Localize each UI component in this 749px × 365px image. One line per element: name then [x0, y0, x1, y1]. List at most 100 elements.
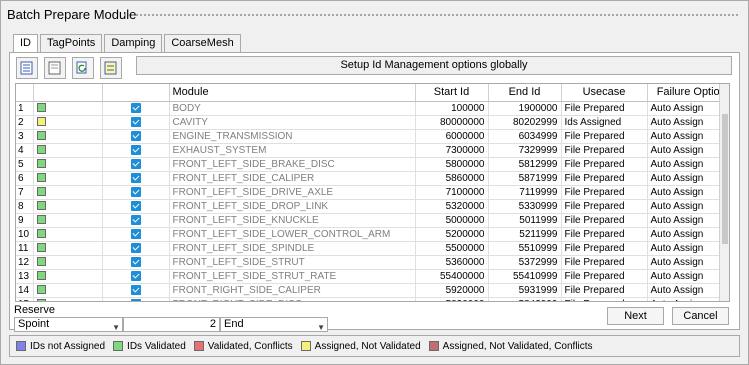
failure-option[interactable]: Auto Assign	[647, 255, 729, 270]
col-module-header[interactable]: Module	[169, 84, 416, 102]
failure-option[interactable]: Auto Assign	[647, 143, 729, 158]
row-checkbox[interactable]	[130, 186, 141, 197]
row-checkbox[interactable]	[130, 242, 141, 253]
refresh-button[interactable]	[72, 57, 94, 79]
row-checkbox[interactable]	[130, 144, 141, 155]
row-checkbox[interactable]	[130, 130, 141, 141]
start-id[interactable]: 5000000	[415, 213, 489, 228]
end-id[interactable]: 7329999	[488, 143, 562, 158]
select-cell[interactable]	[102, 213, 170, 228]
tab-tagpoints[interactable]: TagPoints	[40, 34, 103, 52]
reserve-count-field[interactable]: 2	[123, 317, 220, 332]
row-checkbox[interactable]	[130, 158, 141, 169]
row-checkbox[interactable]	[130, 228, 141, 239]
table-scrollbar[interactable]	[719, 84, 729, 301]
end-id[interactable]: 5510999	[488, 241, 562, 256]
table-row[interactable]: 7 FRONT_LEFT_SIDE_DRIVE_AXLE 7100000 711999…	[16, 185, 729, 200]
end-id[interactable]: 55410999	[488, 269, 562, 284]
end-id[interactable]: 5372999	[488, 255, 562, 270]
reserve-position-dropdown[interactable]: End ▼	[220, 317, 328, 332]
end-id[interactable]: 5330999	[488, 199, 562, 214]
col-end-id-header[interactable]: End Id	[488, 84, 562, 102]
select-cell[interactable]	[102, 185, 170, 200]
select-cell[interactable]	[102, 297, 170, 301]
table-row[interactable]: 1 BODY 100000 1900000 File Prepared Auto Assi…	[16, 101, 729, 116]
failure-option[interactable]: Auto Assign	[647, 199, 729, 214]
table-row[interactable]: 10 FRONT_LEFT_SIDE_LOWER_CONTROL_ARM 52000…	[16, 227, 729, 242]
select-cell[interactable]	[102, 241, 170, 256]
start-id[interactable]: 5920000	[415, 283, 489, 298]
tab-id[interactable]: ID	[13, 34, 38, 53]
deselect-all-button[interactable]	[44, 57, 66, 79]
failure-option[interactable]: Auto Assign	[647, 129, 729, 144]
start-id[interactable]: 5500000	[415, 241, 489, 256]
setup-id-management-button[interactable]: Setup Id Management options globally	[136, 56, 732, 75]
failure-option[interactable]: Auto Assign	[647, 283, 729, 298]
end-id[interactable]: 6034999	[488, 129, 562, 144]
validate-button[interactable]	[100, 57, 122, 79]
title-grip[interactable]	[123, 13, 740, 17]
start-id[interactable]: 80000000	[415, 115, 489, 130]
row-checkbox[interactable]	[130, 116, 141, 127]
row-checkbox[interactable]	[130, 284, 141, 295]
select-cell[interactable]	[102, 283, 170, 298]
table-row[interactable]: 8 FRONT_LEFT_SIDE_DROP_LINK 5320000 5330999…	[16, 199, 729, 214]
row-checkbox[interactable]	[130, 200, 141, 211]
start-id[interactable]: 5800000	[415, 157, 489, 172]
row-checkbox[interactable]	[130, 270, 141, 281]
failure-option[interactable]: Auto Assign	[647, 269, 729, 284]
end-id[interactable]: 7119999	[488, 185, 562, 200]
row-checkbox[interactable]	[130, 256, 141, 267]
next-button[interactable]: Next	[607, 307, 664, 325]
start-id[interactable]: 100000	[415, 101, 489, 116]
select-cell[interactable]	[102, 101, 170, 116]
select-cell[interactable]	[102, 143, 170, 158]
start-id[interactable]: 5200000	[415, 227, 489, 242]
table-row[interactable]: 9 FRONT_LEFT_SIDE_KNUCKLE 5000000 5011999 Fi…	[16, 213, 729, 228]
cancel-button[interactable]: Cancel	[672, 307, 729, 325]
select-cell[interactable]	[102, 199, 170, 214]
end-id[interactable]: 5931999	[488, 283, 562, 298]
table-row[interactable]: 15 FRONT_RIGHT_SIDE_DISC58300005842999Fil…	[16, 297, 729, 301]
failure-option[interactable]: Auto Assign	[647, 227, 729, 242]
select-cell[interactable]	[102, 171, 170, 186]
end-id[interactable]: 5842999	[488, 297, 562, 301]
start-id[interactable]: 5860000	[415, 171, 489, 186]
table-row[interactable]: 3 ENGINE_TRANSMISSION 6000000 6034999 File P…	[16, 129, 729, 144]
failure-option[interactable]: Auto Assign	[647, 101, 729, 116]
select-cell[interactable]	[102, 255, 170, 270]
start-id[interactable]: 7300000	[415, 143, 489, 158]
table-row[interactable]: 14 FRONT_RIGHT_SIDE_CALIPER 5920000 5931999…	[16, 283, 729, 298]
row-checkbox[interactable]	[130, 298, 141, 301]
tab-coarsemesh[interactable]: CoarseMesh	[164, 34, 241, 52]
failure-option[interactable]: Auto Assign	[647, 171, 729, 186]
end-id[interactable]: 5011999	[488, 213, 562, 228]
table-row[interactable]: 4 EXHAUST_SYSTEM 7300000 7329999 File Prepar…	[16, 143, 729, 158]
end-id[interactable]: 5812999	[488, 157, 562, 172]
start-id[interactable]: 5360000	[415, 255, 489, 270]
failure-option[interactable]: Auto Assign	[647, 115, 729, 130]
end-id[interactable]: 1900000	[488, 101, 562, 116]
start-id[interactable]: 7100000	[415, 185, 489, 200]
end-id[interactable]: 5871999	[488, 171, 562, 186]
row-checkbox[interactable]	[130, 102, 141, 113]
start-id[interactable]: 6000000	[415, 129, 489, 144]
col-failure-options-header[interactable]: Failure Options	[647, 84, 729, 102]
end-id[interactable]: 80202999	[488, 115, 562, 130]
select-cell[interactable]	[102, 157, 170, 172]
start-id[interactable]: 5320000	[415, 199, 489, 214]
table-row[interactable]: 11 FRONT_LEFT_SIDE_SPINDLE 5500000 5510999 F…	[16, 241, 729, 256]
table-row[interactable]: 12 FRONT_LEFT_SIDE_STRUT 5360000 5372999 Fil…	[16, 255, 729, 270]
col-start-id-header[interactable]: Start Id	[415, 84, 489, 102]
scrollbar-thumb[interactable]	[722, 114, 728, 244]
table-row[interactable]: 6 FRONT_LEFT_SIDE_CALIPER 5860000 5871999 Fi…	[16, 171, 729, 186]
row-checkbox[interactable]	[130, 214, 141, 225]
select-cell[interactable]	[102, 129, 170, 144]
start-id[interactable]: 55400000	[415, 269, 489, 284]
reserve-type-dropdown[interactable]: Spoint ▼	[14, 317, 123, 332]
end-id[interactable]: 5211999	[488, 227, 562, 242]
select-all-button[interactable]	[16, 57, 38, 79]
failure-option[interactable]: Auto Assign	[647, 185, 729, 200]
start-id[interactable]: 5830000	[415, 297, 489, 301]
select-cell[interactable]	[102, 269, 170, 284]
